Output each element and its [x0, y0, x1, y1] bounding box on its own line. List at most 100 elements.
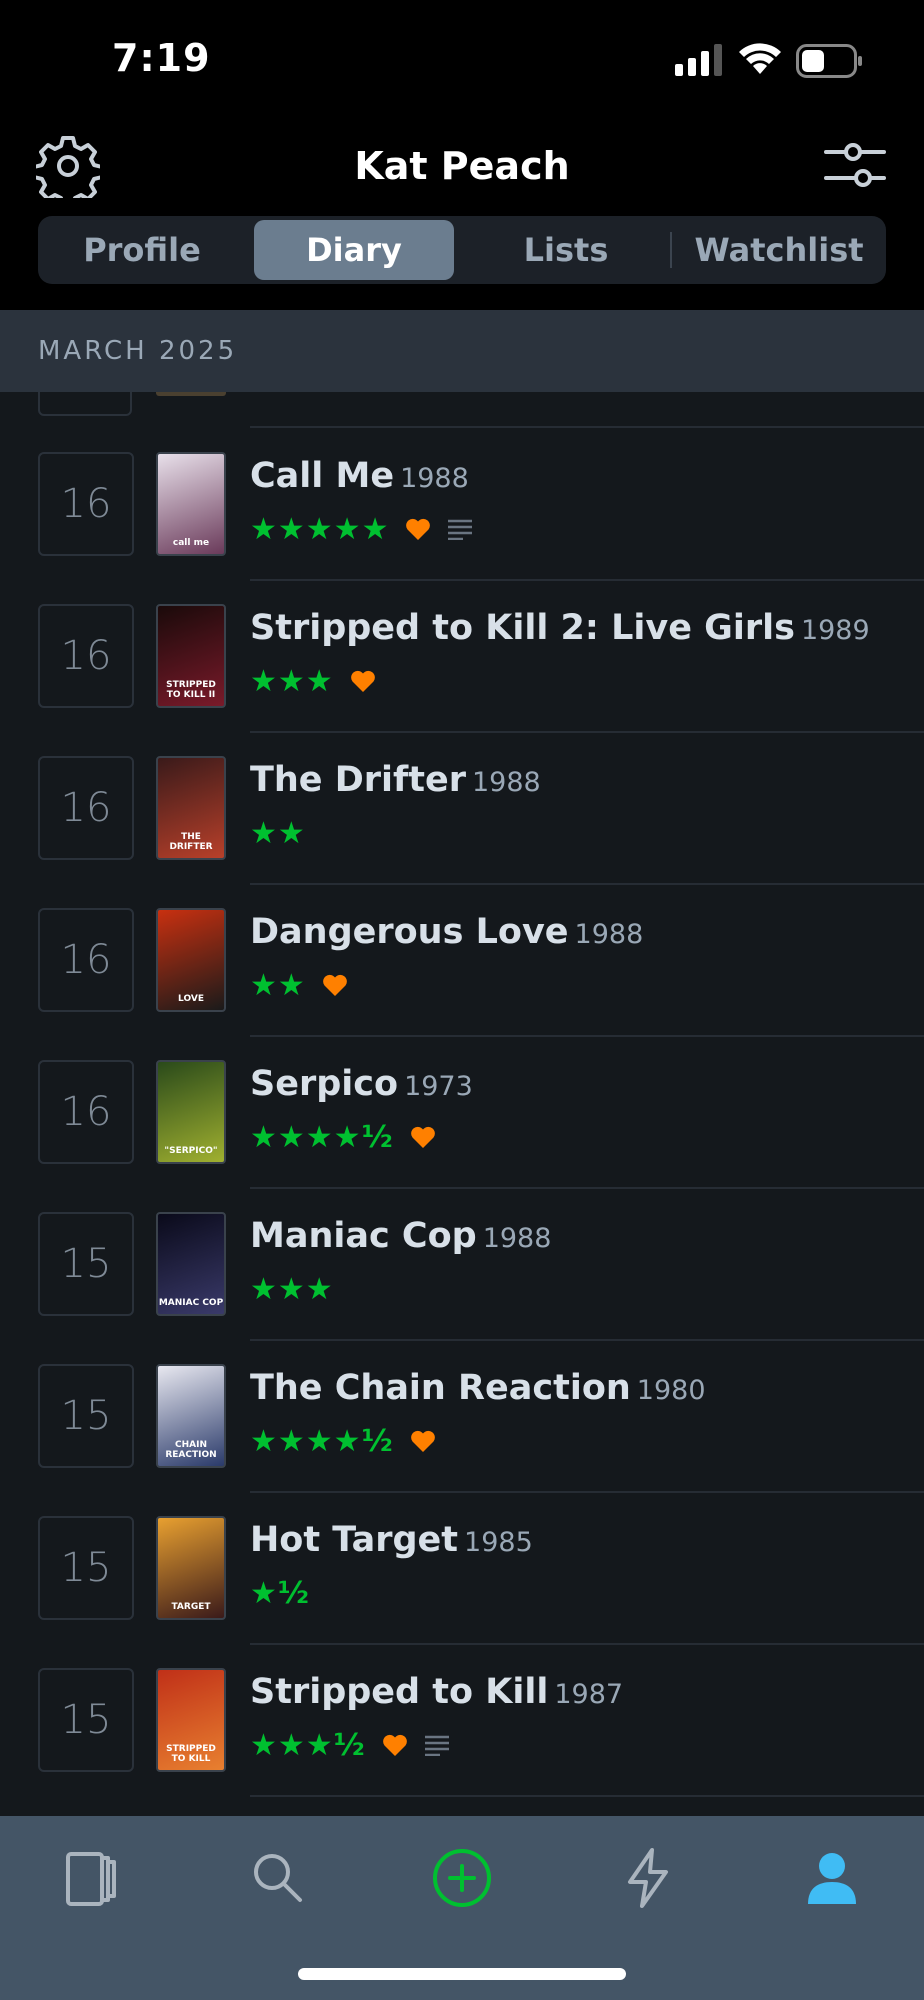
- film-year: 1988: [574, 919, 644, 950]
- star-rating: ★★★★½: [250, 1119, 394, 1155]
- diary-entry[interactable]: 15 STRIPPED TO KILL Stripped to Kill 1987 ★★…: [0, 1644, 924, 1796]
- star-rating: ★★★: [250, 663, 334, 699]
- star-rating: ★★: [250, 967, 306, 1003]
- film-poster[interactable]: CHAIN REACTION: [156, 1364, 226, 1468]
- tab-watchlist[interactable]: Watchlist: [676, 220, 882, 280]
- day-box[interactable]: 15: [38, 1212, 134, 1316]
- film-title-text: Hot Target: [250, 1520, 459, 1560]
- poster-caption: STRIPPED TO KILL: [166, 1744, 216, 1764]
- partial-list-item[interactable]: [0, 392, 924, 428]
- month-label: MARCH 2025: [38, 336, 238, 366]
- rating-row: ★★: [250, 815, 306, 851]
- activity-icon[interactable]: [612, 1842, 684, 1914]
- rating-row: ★½: [250, 1575, 310, 1611]
- film-poster[interactable]: STRIPPED TO KILL II: [156, 604, 226, 708]
- diary-entry[interactable]: 15 MANIAC COP Maniac Cop 1988 ★★★: [0, 1188, 924, 1340]
- rating-row: ★★★: [250, 1271, 334, 1307]
- film-poster[interactable]: call me: [156, 452, 226, 556]
- film-title[interactable]: Maniac Cop 1988: [250, 1216, 551, 1256]
- film-title[interactable]: Hot Target 1985: [250, 1520, 533, 1560]
- day-box[interactable]: 15: [38, 1364, 134, 1468]
- film-poster[interactable]: TARGET: [156, 1516, 226, 1620]
- review-lines-icon: [448, 519, 473, 540]
- status-time: 7:19: [112, 36, 211, 80]
- day-box[interactable]: 16: [38, 604, 134, 708]
- film-title-text: Maniac Cop: [250, 1216, 477, 1256]
- heart-icon: [410, 1430, 435, 1452]
- film-title-text: Dangerous Love: [250, 912, 569, 952]
- film-title[interactable]: Dangerous Love 1988: [250, 912, 643, 952]
- poster-caption: MANIAC COP: [158, 1298, 224, 1308]
- star-rating: ★★★: [250, 1271, 334, 1307]
- film-poster[interactable]: STRIPPED TO KILL: [156, 1668, 226, 1772]
- star-rating: ★½: [250, 1575, 310, 1611]
- wifi-icon: [739, 43, 781, 74]
- film-title-text: Call Me: [250, 456, 395, 496]
- film-title[interactable]: The Chain Reaction 1980: [250, 1368, 706, 1408]
- poster-caption: TARGET: [171, 1602, 211, 1612]
- heart-icon: [406, 518, 431, 540]
- film-title[interactable]: Stripped to Kill 1987: [250, 1672, 623, 1712]
- film-year: 1973: [404, 1071, 473, 1102]
- filter-sliders-icon[interactable]: [822, 138, 888, 194]
- tab-diary[interactable]: Diary: [254, 220, 454, 280]
- film-poster[interactable]: "SERPICO": [156, 1060, 226, 1164]
- rating-row: ★★★: [250, 663, 376, 699]
- film-year: 1980: [636, 1375, 706, 1406]
- film-year: 1987: [554, 1679, 624, 1710]
- film-poster[interactable]: LOVE: [156, 908, 226, 1012]
- rating-row: ★★★★½: [250, 1423, 436, 1459]
- header: Kat Peach Profile Diary Lists Watchlist: [0, 110, 924, 310]
- day-box[interactable]: 16: [38, 756, 134, 860]
- tab-profile[interactable]: Profile: [42, 220, 242, 280]
- film-title[interactable]: Serpico 1973: [250, 1064, 473, 1104]
- poster-caption: CHAIN REACTION: [165, 1440, 217, 1460]
- film-year: 1989: [800, 615, 870, 646]
- day-box[interactable]: 15: [38, 1516, 134, 1620]
- film-year: 1988: [400, 463, 469, 494]
- film-poster[interactable]: THE DRIFTER: [156, 756, 226, 860]
- film-year: 1988: [471, 767, 541, 798]
- poster-caption: "SERPICO": [164, 1146, 218, 1156]
- star-rating: ★★: [250, 815, 306, 851]
- film-title[interactable]: Stripped to Kill 2: Live Girls 1989: [250, 608, 870, 648]
- status-bar: 7:19: [0, 0, 924, 110]
- day-box[interactable]: 16: [38, 452, 134, 556]
- film-title-text: Serpico: [250, 1064, 399, 1104]
- diary-list[interactable]: 16 call me Call Me 1988 ★★★★★ 16 STRIPPED TO K…: [0, 392, 924, 1816]
- add-icon[interactable]: [426, 1842, 498, 1914]
- film-title[interactable]: Call Me 1988: [250, 456, 469, 496]
- films-icon[interactable]: [56, 1842, 128, 1914]
- section-tabs: Profile Diary Lists Watchlist: [38, 216, 886, 284]
- film-year: 1985: [464, 1527, 533, 1558]
- star-rating: ★★★★★: [250, 511, 390, 547]
- film-title-text: The Chain Reaction: [250, 1368, 631, 1408]
- rating-row: ★★★½: [250, 1728, 450, 1763]
- film-poster[interactable]: MANIAC COP: [156, 1212, 226, 1316]
- diary-entry[interactable]: 15 TARGET Hot Target 1985 ★½: [0, 1492, 924, 1644]
- poster-caption: LOVE: [178, 994, 204, 1004]
- day-box[interactable]: 16: [38, 908, 134, 1012]
- month-section-header: MARCH 2025: [0, 310, 924, 392]
- diary-entry[interactable]: 16 call me Call Me 1988 ★★★★★: [0, 428, 924, 580]
- diary-entry[interactable]: 15 CHAIN REACTION The Chain Reaction 1980 ★★…: [0, 1340, 924, 1492]
- search-icon[interactable]: [242, 1842, 314, 1914]
- profile-icon[interactable]: [796, 1842, 868, 1914]
- cellular-signal-icon: [675, 44, 722, 76]
- home-indicator: [298, 1968, 626, 1980]
- diary-entry[interactable]: 16 "SERPICO" Serpico 1973 ★★★★½: [0, 1036, 924, 1188]
- tab-lists[interactable]: Lists: [466, 220, 666, 280]
- review-lines-icon: [424, 1735, 449, 1756]
- heart-icon: [350, 670, 375, 692]
- diary-entry[interactable]: 16 LOVE Dangerous Love 1988 ★★: [0, 884, 924, 1036]
- page-title: Kat Peach: [354, 144, 570, 188]
- heart-icon: [382, 1734, 407, 1756]
- day-box[interactable]: 15: [38, 1668, 134, 1772]
- diary-entry[interactable]: 16 THE DRIFTER The Drifter 1988 ★★: [0, 732, 924, 884]
- partial-poster: [156, 392, 226, 396]
- poster-caption: call me: [172, 538, 210, 548]
- star-rating: ★★★★½: [250, 1423, 394, 1459]
- day-box[interactable]: 16: [38, 1060, 134, 1164]
- diary-entry[interactable]: 16 STRIPPED TO KILL II Stripped to Kill 2:…: [0, 580, 924, 732]
- film-title[interactable]: The Drifter 1988: [250, 760, 541, 800]
